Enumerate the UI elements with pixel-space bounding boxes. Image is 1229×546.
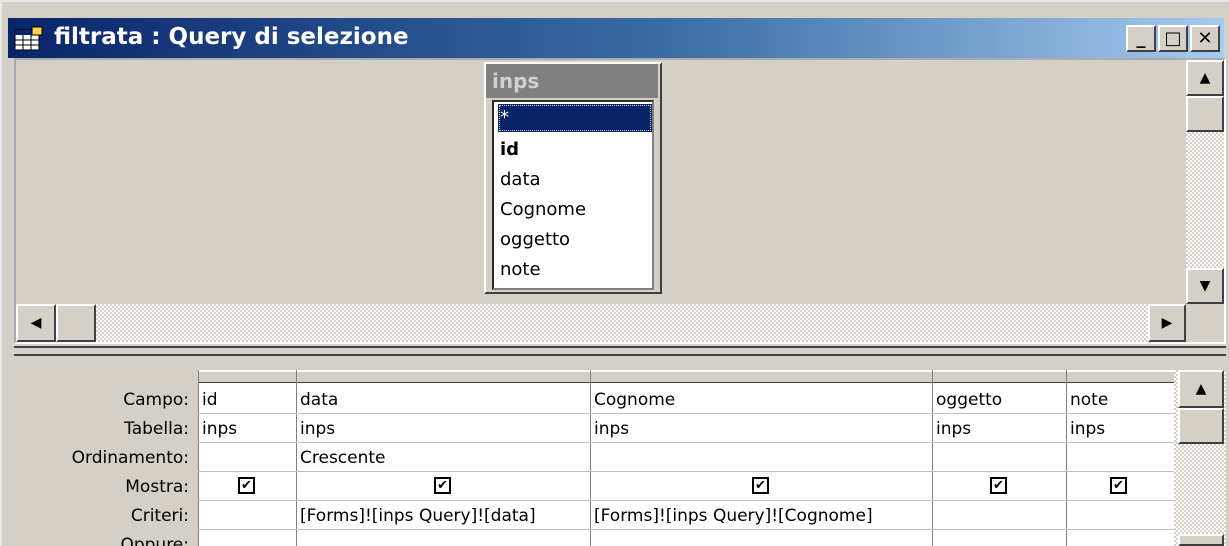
row-label-criteri: Criteri: <box>130 506 189 526</box>
grid-line <box>198 442 1174 443</box>
upper-scroll-right-button[interactable]: ▶ <box>1148 304 1186 342</box>
row-label-oppure: Oppure: <box>120 535 189 546</box>
upper-scroll-left-button[interactable]: ◀ <box>16 304 56 342</box>
grid-line <box>590 370 591 546</box>
tabella-cell-2[interactable]: inps <box>300 419 335 439</box>
query-icon[interactable] <box>14 26 44 52</box>
mostra-checkbox-3[interactable]: ✔ <box>752 477 769 494</box>
grid-line <box>198 370 199 546</box>
field-list[interactable]: * id data Cognome oggetto note <box>492 100 654 290</box>
campo-cell-4[interactable]: oggetto <box>936 390 1002 410</box>
grid-scroll-down-button[interactable] <box>1178 534 1224 546</box>
ordinamento-cell-2[interactable]: Crescente <box>300 448 386 468</box>
column-selector-2[interactable] <box>296 370 592 383</box>
column-selector-1[interactable] <box>198 370 298 383</box>
table-title[interactable]: inps <box>486 64 658 98</box>
campo-cell-1[interactable]: id <box>202 390 218 410</box>
scroll-up-icon: ▲ <box>1195 381 1207 397</box>
tabella-cell-1[interactable]: inps <box>202 419 237 439</box>
minimize-button[interactable]: _ <box>1126 25 1156 52</box>
tabella-cell-4[interactable]: inps <box>936 419 971 439</box>
scroll-left-icon: ◀ <box>30 315 42 331</box>
grid-line <box>198 529 1174 530</box>
row-label-mostra: Mostra: <box>125 477 189 497</box>
maximize-button[interactable]: □ <box>1158 25 1188 52</box>
field-item-all[interactable]: * <box>498 104 652 132</box>
tabella-cell-5[interactable]: inps <box>1070 419 1105 439</box>
mostra-checkbox-1[interactable]: ✔ <box>238 477 255 494</box>
upper-scroll-down-button[interactable]: ▼ <box>1186 268 1224 304</box>
field-item-oggetto[interactable]: oggetto <box>498 226 652 254</box>
maximize-icon: □ <box>1164 27 1182 49</box>
grid-line <box>932 370 933 546</box>
campo-cell-3[interactable]: Cognome <box>594 390 675 410</box>
scroll-right-icon: ▶ <box>1161 315 1173 331</box>
check-icon: ✔ <box>437 478 448 493</box>
scroll-up-icon: ▲ <box>1199 70 1211 86</box>
criteri-cell-2[interactable]: [Forms]![inps Query]![data] <box>300 506 536 526</box>
field-item-id[interactable]: id <box>498 136 652 164</box>
row-label-tabella: Tabella: <box>124 419 189 439</box>
check-icon: ✔ <box>755 478 766 493</box>
column-selector-5[interactable] <box>1066 370 1176 383</box>
campo-cell-2[interactable]: data <box>300 390 338 410</box>
grid-vertical-scroll-thumb[interactable] <box>1178 408 1224 444</box>
grid-line <box>296 370 297 546</box>
mostra-checkbox-4[interactable]: ✔ <box>990 477 1007 494</box>
row-label-ordinamento: Ordinamento: <box>71 448 189 468</box>
minimize-icon: _ <box>1136 27 1146 49</box>
window-title: filtrata : Query di selezione <box>54 24 409 50</box>
scroll-down-icon: ▼ <box>1199 278 1211 294</box>
mostra-checkbox-2[interactable]: ✔ <box>434 477 451 494</box>
column-selector-4[interactable] <box>932 370 1068 383</box>
grid-scroll-up-button[interactable]: ▲ <box>1178 370 1224 408</box>
close-button[interactable]: ✕ <box>1190 25 1220 52</box>
upper-vertical-scroll-thumb[interactable] <box>1186 96 1224 132</box>
criteri-cell-3[interactable]: [Forms]![inps Query]![Cognome] <box>594 506 873 526</box>
tabella-cell-3[interactable]: inps <box>594 419 629 439</box>
grid-line <box>198 471 1174 472</box>
grid-line <box>198 500 1174 501</box>
field-item-cognome[interactable]: Cognome <box>498 196 652 224</box>
campo-cell-5[interactable]: note <box>1070 390 1108 410</box>
check-icon: ✔ <box>241 478 252 493</box>
grid-line <box>198 413 1174 414</box>
upper-scroll-up-button[interactable]: ▲ <box>1186 60 1224 96</box>
pane-splitter[interactable] <box>14 346 1226 356</box>
grid-line <box>1066 370 1067 546</box>
row-label-campo: Campo: <box>123 390 189 410</box>
mostra-checkbox-5[interactable]: ✔ <box>1110 477 1127 494</box>
upper-horizontal-scroll-track[interactable] <box>16 304 1186 342</box>
upper-horizontal-scroll-thumb[interactable] <box>56 304 96 342</box>
field-item-note[interactable]: note <box>498 256 652 284</box>
check-icon: ✔ <box>1113 478 1124 493</box>
check-icon: ✔ <box>993 478 1004 493</box>
column-selector-3[interactable] <box>590 370 934 383</box>
field-item-data[interactable]: data <box>498 166 652 194</box>
scroll-corner <box>1186 304 1224 342</box>
close-icon: ✕ <box>1197 27 1213 49</box>
